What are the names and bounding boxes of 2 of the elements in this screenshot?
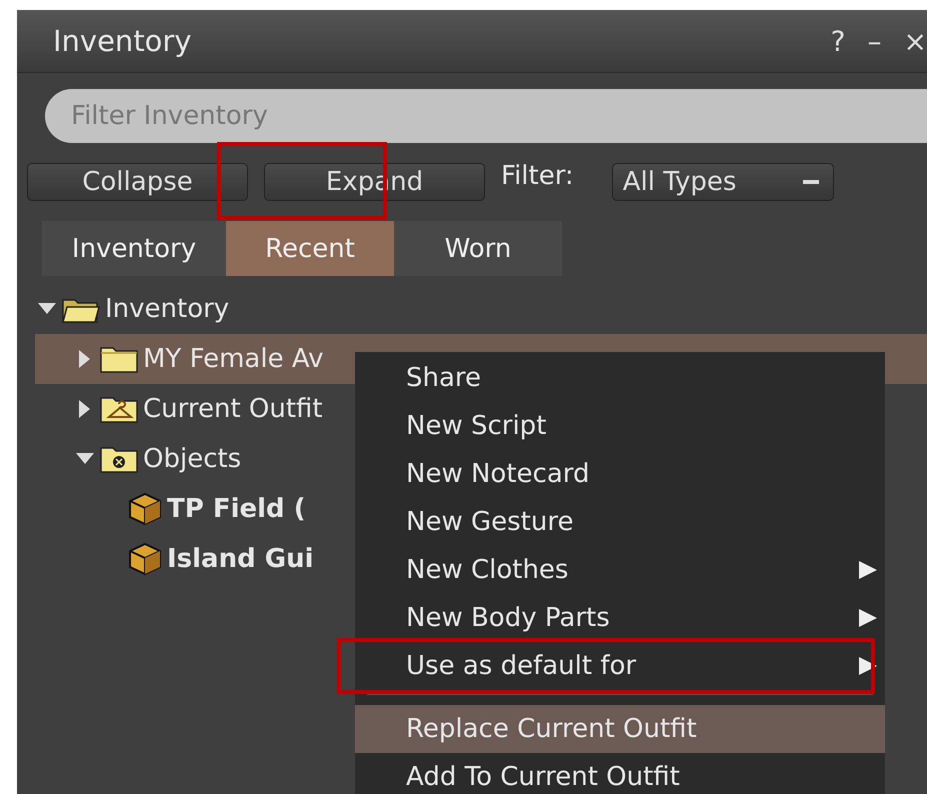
window-title: Inventory <box>53 24 193 58</box>
filter-label: Filter: <box>501 161 574 191</box>
